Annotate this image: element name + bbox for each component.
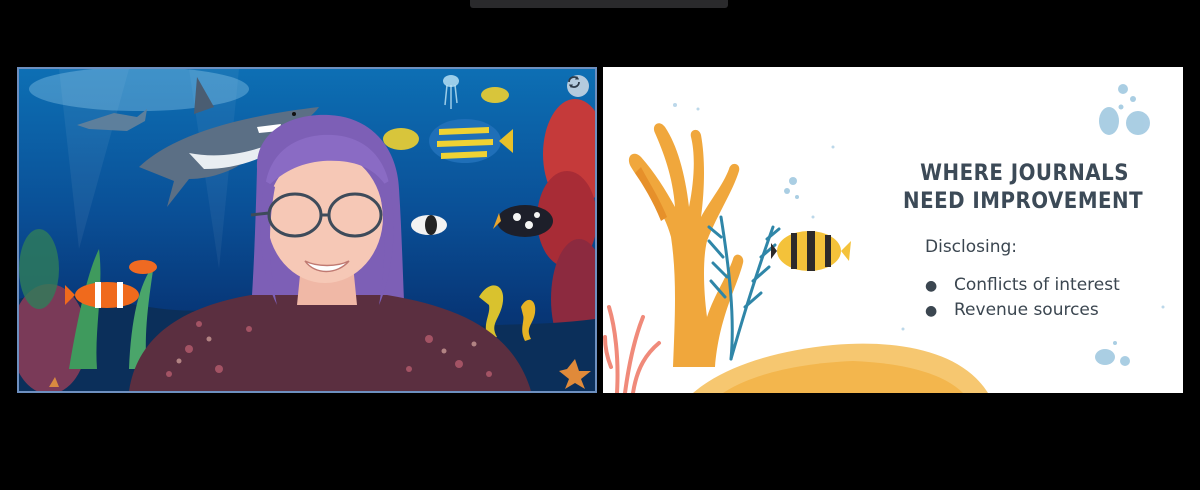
slide-title-line-1: WHERE JOURNALS: [920, 161, 1129, 186]
camera-switch-icon: [568, 76, 580, 88]
bullet-text: Revenue sources: [954, 300, 1099, 320]
meeting-stage: WHERE JOURNALS NEED IMPROVEMENT Disclosi…: [0, 0, 1200, 490]
bullet-icon: ●: [925, 278, 938, 294]
slide-title-line-2: NEED IMPROVEMENT: [903, 189, 1144, 214]
bullet-text: Conflicts of interest: [954, 275, 1120, 295]
list-item: ● Revenue sources: [925, 298, 1120, 323]
switch-camera-button[interactable]: [567, 75, 589, 97]
participant-video-tile[interactable]: [17, 67, 597, 393]
shared-slide-tile[interactable]: WHERE JOURNALS NEED IMPROVEMENT Disclosi…: [603, 67, 1183, 393]
pink-coral: [603, 305, 661, 393]
triggerfish: [493, 205, 553, 237]
slide-title: WHERE JOURNALS NEED IMPROVEMENT: [903, 160, 1144, 216]
slide-subheading: Disclosing:: [925, 237, 1018, 257]
list-item: ● Conflicts of interest: [925, 273, 1120, 298]
underwater-background: [19, 69, 595, 391]
teal-seaweed: [707, 215, 781, 361]
slide-illustration: [603, 84, 1165, 393]
slide-bullet-list: ● Conflicts of interest ● Revenue sources: [925, 273, 1120, 323]
bubbles: [784, 84, 1150, 366]
bullet-icon: ●: [925, 303, 938, 319]
striped-yellow-fish: [771, 231, 851, 271]
emperor-angelfish: [429, 119, 513, 163]
top-toolbar-tab[interactable]: [470, 0, 728, 8]
